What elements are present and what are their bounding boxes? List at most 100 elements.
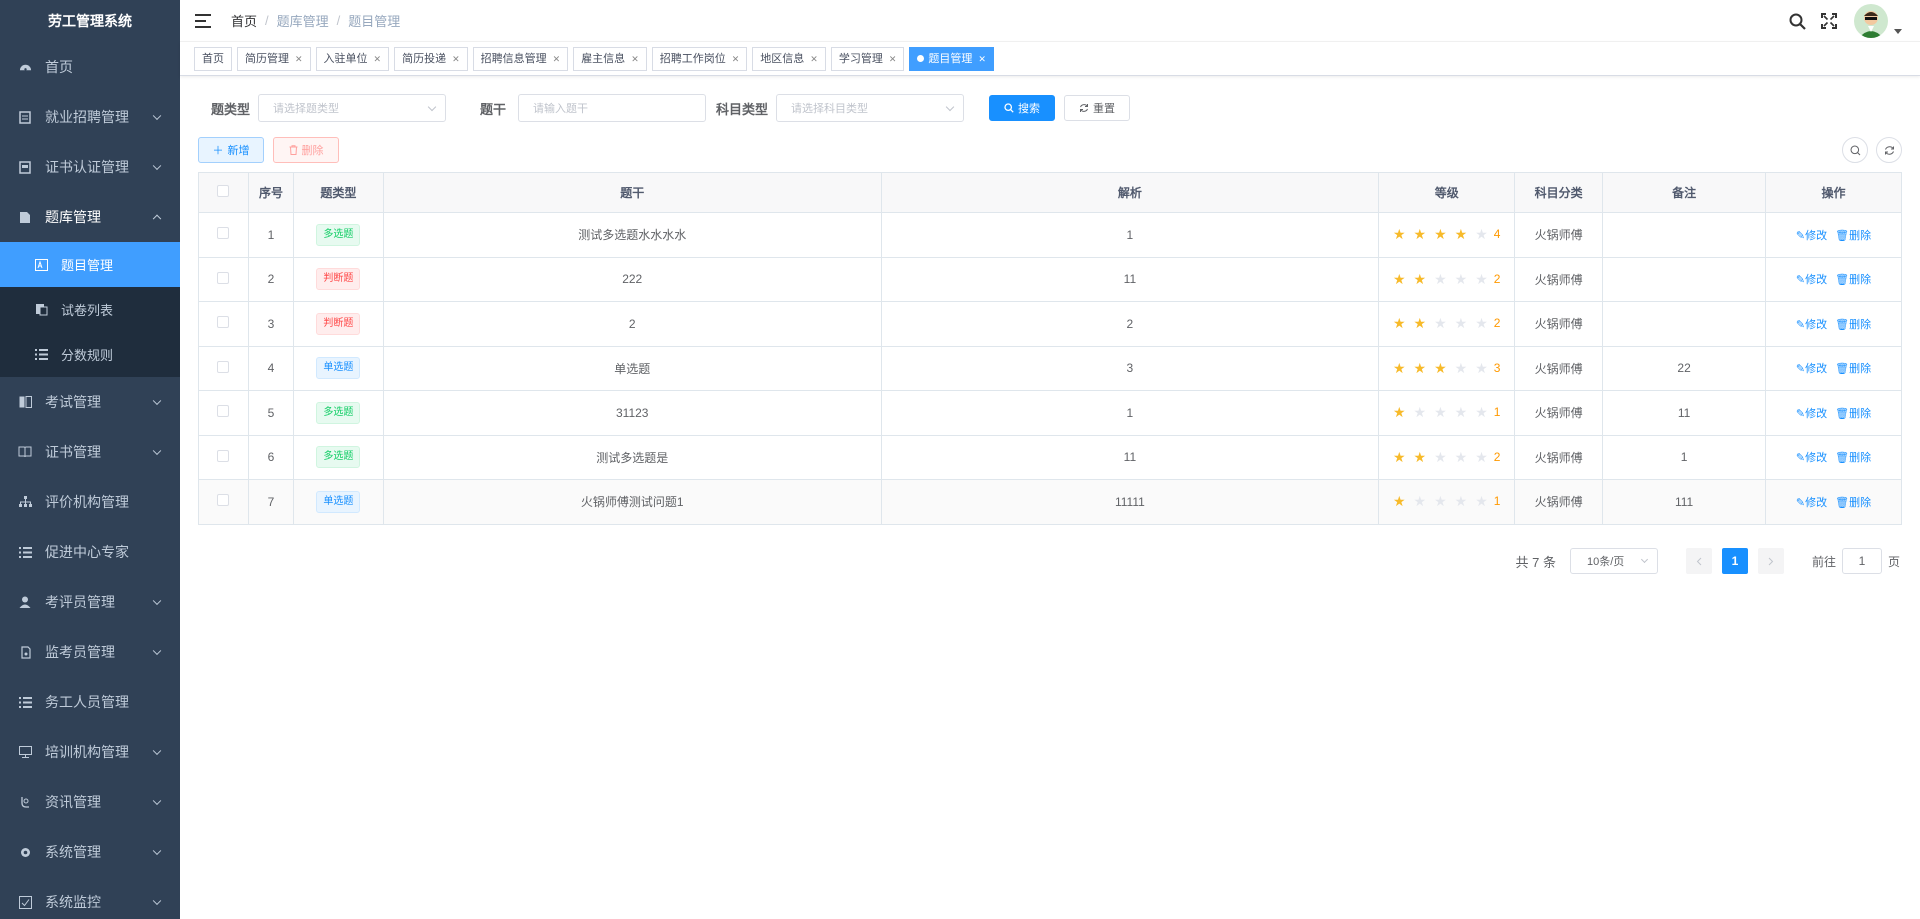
sidebar-item-question-management[interactable]: 题目管理 — [0, 242, 180, 287]
edit-button[interactable]: ✎修改 — [1796, 274, 1827, 286]
edit-button[interactable]: ✎修改 — [1796, 408, 1827, 420]
tag-resume[interactable]: 简历管理 ✕ — [237, 46, 311, 71]
search-icon[interactable] — [1786, 10, 1808, 32]
close-icon[interactable]: ✕ — [732, 48, 740, 70]
row-checkbox[interactable] — [217, 449, 230, 462]
column-header: 等级 — [1378, 172, 1516, 213]
tag-region[interactable]: 地区信息 ✕ — [752, 46, 826, 71]
type-cell: 多选题 — [292, 212, 384, 258]
rating-stars: ★ ★ ★ ★ ★ 1 — [1393, 494, 1501, 508]
sidebar-item-score-rules[interactable]: 分数规则 — [0, 332, 180, 377]
delete-row-button[interactable]: 🗑删除 — [1835, 363, 1871, 375]
edit-button[interactable]: ✎修改 — [1796, 319, 1827, 331]
edit-icon: ✎ — [1795, 496, 1806, 509]
sidebar-item-label: 务工人员管理 — [45, 694, 129, 710]
row-checkbox[interactable] — [217, 494, 230, 507]
row-checkbox[interactable] — [217, 316, 230, 329]
sidebar-item-certification[interactable]: 证书认证管理 — [0, 142, 180, 192]
delete-row-button[interactable]: 🗑删除 — [1835, 497, 1871, 509]
edit-button[interactable]: ✎修改 — [1796, 363, 1827, 375]
tag-employer[interactable]: 雇主信息 ✕ — [573, 46, 647, 71]
sidebar-item-news[interactable]: 资讯管理 — [0, 777, 180, 827]
subject-cell: 火锅师傅 — [1514, 479, 1604, 525]
sidebar-item-system[interactable]: 系统管理 — [0, 827, 180, 877]
caret-down-icon[interactable] — [1894, 28, 1902, 34]
row-number: 1 — [247, 212, 294, 258]
rating-text: 2 — [1493, 449, 1501, 464]
row-number: 5 — [247, 390, 294, 436]
close-icon[interactable]: ✕ — [295, 48, 303, 70]
sidebar-item-question-bank[interactable]: 题库管理 — [0, 192, 180, 242]
sidebar-item-workers[interactable]: 务工人员管理 — [0, 677, 180, 727]
sidebar-item-experts[interactable]: 促进中心专家 — [0, 527, 180, 577]
delete-row-button[interactable]: 🗑删除 — [1835, 408, 1871, 420]
close-icon[interactable]: ✕ — [631, 48, 639, 70]
delete-button[interactable]: 删除 — [273, 137, 339, 163]
row-checkbox[interactable] — [217, 360, 230, 373]
close-icon[interactable]: ✕ — [452, 48, 460, 70]
actions-cell: ✎修改 🗑删除 — [1765, 256, 1902, 302]
hamburger-icon[interactable] — [195, 13, 211, 28]
sidebar-item-evaluation-orgs[interactable]: 评价机构管理 — [0, 477, 180, 527]
row-checkbox[interactable] — [217, 271, 230, 284]
stem-input[interactable]: 请输入题干 — [518, 94, 707, 122]
type-select[interactable]: 请选择题类型 — [258, 94, 447, 122]
star-icon: ★ — [1454, 493, 1468, 510]
sidebar-item-exam[interactable]: 考试管理 — [0, 377, 180, 427]
prev-page-button[interactable] — [1685, 548, 1712, 574]
tag-study[interactable]: 学习管理 ✕ — [830, 46, 905, 71]
edit-button[interactable]: ✎修改 — [1796, 452, 1827, 464]
sidebar-item-recruitment[interactable]: 就业招聘管理 — [0, 92, 180, 142]
close-icon[interactable]: ✕ — [810, 48, 818, 70]
add-button[interactable]: ＋ 新增 — [198, 137, 264, 163]
sidebar-item-invigilators[interactable]: 监考员管理 — [0, 627, 180, 677]
close-icon[interactable]: ✕ — [374, 48, 382, 70]
sidebar-item-paper-list[interactable]: 试卷列表 — [0, 287, 180, 332]
delete-row-button[interactable]: 🗑删除 — [1835, 452, 1871, 464]
level-cell: ★ ★ ★ ★ ★ 4 — [1378, 212, 1516, 258]
sidebar-item-monitor[interactable]: 系统监控 — [0, 877, 180, 919]
rating-stars: ★ ★ ★ ★ ★ 2 — [1393, 450, 1501, 464]
row-checkbox[interactable] — [217, 227, 230, 240]
row-checkbox[interactable] — [217, 405, 230, 418]
tag-job-positions[interactable]: 招聘工作岗位 ✕ — [651, 46, 748, 71]
trash-icon: 🗑 — [1835, 274, 1850, 287]
search-button[interactable]: 搜索 — [989, 95, 1056, 121]
close-icon[interactable]: ✕ — [978, 48, 986, 70]
sidebar-item-evaluators[interactable]: 考评员管理 — [0, 577, 180, 627]
delete-row-button[interactable]: 🗑删除 — [1835, 230, 1871, 242]
delete-row-button[interactable]: 🗑删除 — [1835, 319, 1871, 331]
tag-label: 首页 — [202, 52, 224, 65]
fullscreen-icon[interactable] — [1818, 10, 1840, 32]
close-icon[interactable]: ✕ — [889, 48, 897, 70]
question-icon — [34, 258, 48, 272]
toggle-search-button[interactable] — [1842, 137, 1868, 163]
table-row: 4 单选题 单选题 3 ★ ★ ★ ★ ★ 3 火锅师傅 22 ✎修改 🗑删除 — [198, 345, 1902, 391]
tag-home[interactable]: 首页 — [194, 46, 232, 71]
goto-page-input[interactable]: 1 — [1841, 548, 1882, 574]
tag-job-info[interactable]: 招聘信息管理 ✕ — [472, 46, 569, 71]
tag-label: 简历投递 — [402, 52, 447, 65]
reset-button[interactable]: 重置 — [1064, 95, 1131, 121]
edit-button[interactable]: ✎修改 — [1796, 230, 1827, 242]
next-page-button[interactable] — [1757, 548, 1784, 574]
avatar[interactable] — [1854, 4, 1888, 38]
breadcrumb-item[interactable]: 首页 — [231, 11, 257, 30]
trash-icon: 🗑 — [1835, 496, 1850, 509]
sidebar-item-home[interactable]: 首页 — [0, 42, 180, 92]
tag-resume-delivery[interactable]: 简历投递 ✕ — [394, 46, 468, 71]
tag-units[interactable]: 入驻单位 ✕ — [315, 46, 390, 71]
page-number[interactable]: 1 — [1721, 548, 1748, 574]
edit-label: 修改 — [1805, 407, 1828, 420]
page-size-select[interactable]: 10条/页 — [1569, 548, 1658, 574]
close-icon[interactable]: ✕ — [553, 48, 561, 70]
subject-select[interactable]: 请选择科目类型 — [776, 94, 965, 122]
edit-button[interactable]: ✎修改 — [1796, 497, 1827, 509]
delete-row-button[interactable]: 🗑删除 — [1835, 274, 1871, 286]
sidebar-item-certificates[interactable]: 证书管理 — [0, 427, 180, 477]
chevron-down-icon — [152, 846, 162, 856]
tag-question-management[interactable]: 题目管理 ✕ — [909, 46, 994, 71]
refresh-button[interactable] — [1876, 137, 1902, 163]
sidebar-item-training-orgs[interactable]: 培训机构管理 — [0, 727, 180, 777]
select-all-checkbox[interactable] — [217, 185, 230, 197]
